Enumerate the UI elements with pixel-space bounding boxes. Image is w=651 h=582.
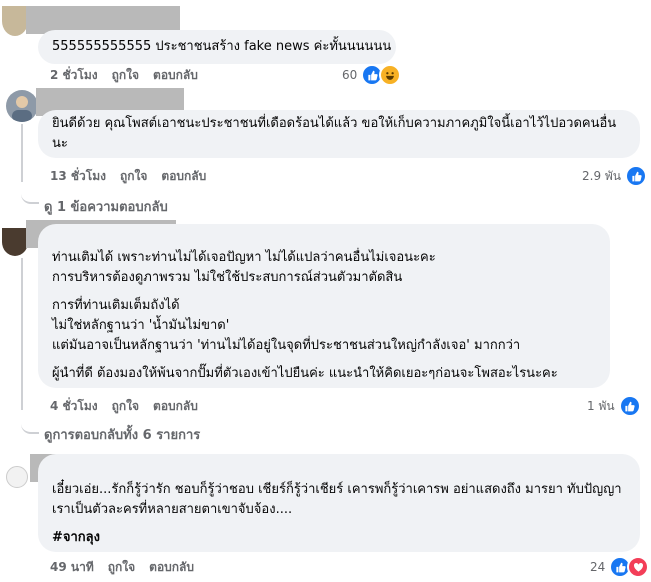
avatar[interactable] [2, 228, 28, 256]
comment-actions: 2 ชั่วโมง ถูกใจ ตอบกลับ [50, 66, 198, 85]
comment-actions: 49 นาที ถูกใจ ตอบกลับ [50, 558, 194, 577]
comment-text-line: แต่มันอาจเป็นหลักฐานว่า 'ท่านไม่ได้อยู่ใ… [52, 338, 521, 353]
comment-actions: 4 ชั่วโมง ถูกใจ ตอบกลับ [50, 397, 198, 416]
reaction-summary[interactable]: 1 พัน [587, 395, 641, 417]
comment-timestamp[interactable]: 4 ชั่วโมง [50, 397, 98, 416]
reaction-count: 2.9 พัน [582, 168, 622, 183]
comment-text-line: ผู้นำที่ดี ต้องมองให้พ้นจากปั๊มที่ตัวเอง… [52, 366, 558, 381]
comment-paragraph: การที่ท่านเติมเต็มถังได้ ไม่ใช่หลักฐานว่… [52, 296, 604, 356]
reaction-summary[interactable]: 24 [590, 556, 650, 578]
comment-timestamp[interactable]: 13 ชั่วโมง [50, 167, 106, 186]
comment-text-line: การบริหารต้องดูภาพรวม ไม่ใช่ใช้ประสบการณ… [52, 270, 403, 285]
reaction-count: 60 [342, 68, 358, 82]
thread-line [21, 258, 23, 410]
love-icon [627, 556, 650, 578]
like-button[interactable]: ถูกใจ [112, 66, 139, 85]
comment-bubble: 555555555555 ประชาชนสร้าง fake news ค่ะท… [38, 30, 396, 64]
avatar[interactable] [2, 6, 28, 36]
view-replies-link[interactable]: ดู 1 ข้อความตอบกลับ [44, 196, 168, 217]
avatar[interactable] [6, 90, 38, 122]
comment-bubble: ท่านเติมได้ เพราะท่านไม่ได้เจอปัญหา ไม่ไ… [38, 224, 610, 388]
like-button[interactable]: ถูกใจ [108, 558, 135, 577]
avatar[interactable] [6, 466, 28, 488]
reaction-summary[interactable]: 60 [342, 64, 402, 86]
comment-text-line: ท่านเติมได้ เพราะท่านไม่ได้เจอปัญหา ไม่ไ… [52, 250, 436, 265]
comment-timestamp[interactable]: 2 ชั่วโมง [50, 66, 98, 85]
reply-connector [21, 408, 39, 434]
reply-button[interactable]: ตอบกลับ [149, 558, 194, 577]
comment-paragraph: #จากลุง [52, 528, 632, 548]
like-button[interactable]: ถูกใจ [112, 397, 139, 416]
comment-actions: 13 ชั่วโมง ถูกใจ ตอบกลับ [50, 167, 206, 186]
comment-bubble: เอี๋ยวเอ่ย...รักก็รู้ว่ารัก ชอบก็รู้ว่าช… [38, 454, 640, 552]
hashtag-link[interactable]: #จากลุง [52, 528, 632, 548]
reaction-count: 24 [590, 560, 606, 574]
comment-text-line: เอี๋ยวเอ่ย...รักก็รู้ว่ารัก ชอบก็รู้ว่าช… [52, 482, 622, 517]
view-replies-link[interactable]: ดูการตอบกลับทั้ง 6 รายการ [44, 424, 200, 445]
like-icon [625, 165, 648, 187]
comment-bubble: ยินดีด้วย คุณโพสต์เอาชนะประชาชนที่เดือดร… [38, 110, 640, 158]
reply-button[interactable]: ตอบกลับ [153, 66, 198, 85]
like-icon [618, 395, 641, 417]
comment-text-line: ไม่ใช่หลักฐานว่า 'น้ำมันไม่ขาด' [52, 318, 230, 333]
comment-paragraph: ท่านเติมได้ เพราะท่านไม่ได้เจอปัญหา ไม่ไ… [52, 248, 604, 288]
comment-paragraph: เอี๋ยวเอ่ย...รักก็รู้ว่ารัก ชอบก็รู้ว่าช… [52, 480, 632, 520]
comment-text: ยินดีด้วย คุณโพสต์เอาชนะประชาชนที่เดือดร… [52, 116, 617, 151]
comment-paragraph: ผู้นำที่ดี ต้องมองให้พ้นจากปั๊มที่ตัวเอง… [52, 364, 604, 384]
haha-icon [379, 64, 402, 86]
comment-text-line: การที่ท่านเติมเต็มถังได้ [52, 298, 180, 313]
comment-timestamp[interactable]: 49 นาที [50, 558, 94, 577]
reaction-summary[interactable]: 2.9 พัน [582, 165, 648, 187]
reaction-count: 1 พัน [587, 398, 615, 413]
comment-text: 555555555555 ประชาชนสร้าง fake news ค่ะท… [52, 39, 392, 54]
thread-line [21, 124, 23, 182]
reply-button[interactable]: ตอบกลับ [153, 397, 198, 416]
reply-button[interactable]: ตอบกลับ [161, 167, 206, 186]
like-button[interactable]: ถูกใจ [120, 167, 147, 186]
reply-connector [21, 180, 39, 204]
